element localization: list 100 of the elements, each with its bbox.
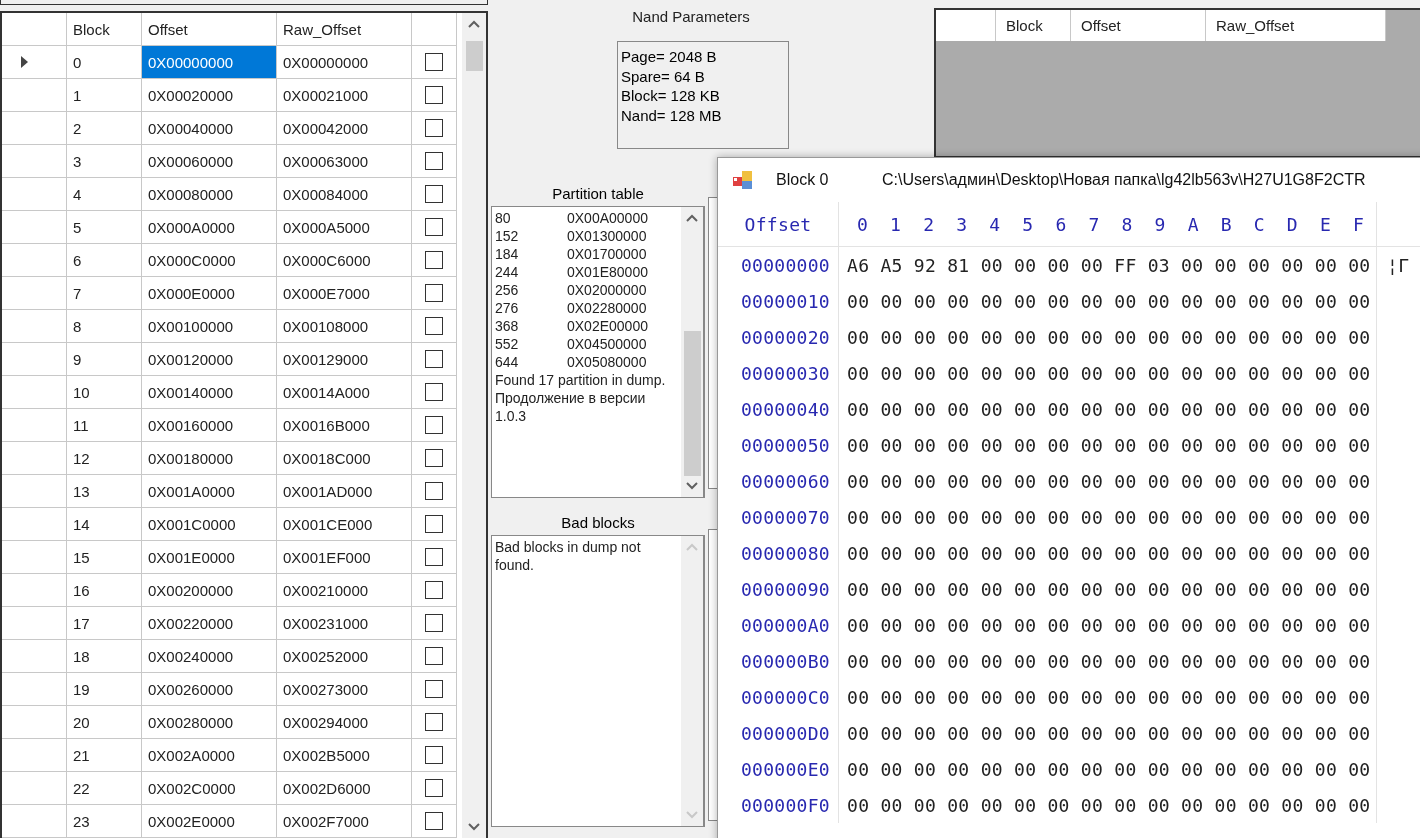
scroll-thumb[interactable] bbox=[465, 41, 483, 71]
table-cell: 0X001EF000 bbox=[277, 541, 412, 574]
table-cell[interactable]: 0X00200000 bbox=[142, 574, 277, 607]
checkbox[interactable] bbox=[425, 119, 443, 137]
checkbox[interactable] bbox=[425, 779, 443, 797]
scroll-thumb[interactable] bbox=[683, 331, 701, 476]
table-cell[interactable]: 0X00260000 bbox=[142, 673, 277, 706]
table-cell: 0X00294000 bbox=[277, 706, 412, 739]
column-header[interactable]: Offset bbox=[1071, 10, 1206, 41]
checkbox[interactable] bbox=[425, 515, 443, 533]
row-offset: 000000D0 bbox=[718, 715, 839, 751]
table-cell[interactable]: 0X00220000 bbox=[142, 607, 277, 640]
table-cell[interactable]: 0X002E0000 bbox=[142, 805, 277, 838]
column-header: 7 bbox=[1087, 213, 1101, 235]
column-header[interactable]: Offset bbox=[142, 13, 277, 46]
row-header[interactable] bbox=[2, 145, 67, 178]
row-header[interactable] bbox=[2, 805, 67, 838]
window-title: Block 0 bbox=[776, 171, 830, 189]
scrollbar[interactable] bbox=[681, 207, 703, 497]
table-cell: 0X00042000 bbox=[277, 112, 412, 145]
checkbox[interactable] bbox=[425, 713, 443, 731]
row-header[interactable] bbox=[2, 541, 67, 574]
table-cell[interactable]: 0X00160000 bbox=[142, 409, 277, 442]
column-header[interactable]: Raw_Offset bbox=[1206, 10, 1386, 41]
checkbox[interactable] bbox=[425, 812, 443, 830]
column-header: E bbox=[1318, 213, 1332, 235]
table-cell: 10 bbox=[67, 376, 142, 409]
column-header[interactable]: Block bbox=[996, 10, 1071, 41]
checkbox[interactable] bbox=[425, 746, 443, 764]
row-header[interactable] bbox=[2, 607, 67, 640]
table-cell[interactable]: 0X001C0000 bbox=[142, 508, 277, 541]
checkbox[interactable] bbox=[425, 416, 443, 434]
checkbox[interactable] bbox=[425, 581, 443, 599]
row-header[interactable] bbox=[2, 574, 67, 607]
row-header[interactable] bbox=[2, 739, 67, 772]
row-offset: 00000050 bbox=[718, 427, 839, 463]
table-cell[interactable]: 0X002A0000 bbox=[142, 739, 277, 772]
table-cell[interactable]: 0X000C0000 bbox=[142, 244, 277, 277]
checkbox[interactable] bbox=[425, 482, 443, 500]
checkbox[interactable] bbox=[425, 284, 443, 302]
checkbox[interactable] bbox=[425, 251, 443, 269]
row-header[interactable] bbox=[2, 772, 67, 805]
checkbox[interactable] bbox=[425, 185, 443, 203]
table-cell[interactable]: 0X00060000 bbox=[142, 145, 277, 178]
row-header[interactable] bbox=[2, 475, 67, 508]
row-header[interactable] bbox=[2, 409, 67, 442]
row-header[interactable] bbox=[2, 706, 67, 739]
column-header[interactable]: Block bbox=[67, 13, 142, 46]
checkbox[interactable] bbox=[425, 449, 443, 467]
row-header[interactable] bbox=[2, 79, 67, 112]
checkbox[interactable] bbox=[425, 647, 443, 665]
table-cell: 18 bbox=[67, 640, 142, 673]
row-header[interactable] bbox=[2, 310, 67, 343]
scrollbar[interactable] bbox=[462, 13, 486, 838]
table-cell[interactable]: 0X001E0000 bbox=[142, 541, 277, 574]
checkbox[interactable] bbox=[425, 614, 443, 632]
table-cell[interactable]: 0X000A0000 bbox=[142, 211, 277, 244]
table-cell[interactable]: 0X000E0000 bbox=[142, 277, 277, 310]
checkbox[interactable] bbox=[425, 152, 443, 170]
column-header: 3 bbox=[955, 213, 969, 235]
table-cell: 0X00273000 bbox=[277, 673, 412, 706]
row-header[interactable] bbox=[2, 112, 67, 145]
checkbox[interactable] bbox=[425, 317, 443, 335]
checkbox[interactable] bbox=[425, 218, 443, 236]
row-header[interactable] bbox=[2, 343, 67, 376]
checkbox[interactable] bbox=[425, 350, 443, 368]
row-header[interactable] bbox=[2, 178, 67, 211]
hex-bytes: A6 A5 92 81 00 00 00 00 FF 03 00 00 00 00 00 00 bbox=[839, 247, 1377, 283]
column-header[interactable]: Raw_Offset bbox=[277, 13, 412, 46]
checkbox[interactable] bbox=[425, 680, 443, 698]
checkbox[interactable] bbox=[425, 548, 443, 566]
table-cell[interactable]: 0X002C0000 bbox=[142, 772, 277, 805]
table-cell[interactable]: 0X00100000 bbox=[142, 310, 277, 343]
table-cell[interactable]: 0X00080000 bbox=[142, 178, 277, 211]
table-cell[interactable]: 0X00000000 bbox=[142, 46, 277, 79]
table-cell[interactable]: 0X00280000 bbox=[142, 706, 277, 739]
checkbox[interactable] bbox=[425, 53, 443, 71]
row-header[interactable] bbox=[2, 442, 67, 475]
table-cell[interactable]: 0X00140000 bbox=[142, 376, 277, 409]
row-header[interactable] bbox=[2, 211, 67, 244]
hex-bytes: 00 00 00 00 00 00 00 00 00 00 00 00 00 00 00 00 bbox=[839, 571, 1377, 607]
row-header[interactable] bbox=[2, 46, 67, 79]
row-header[interactable] bbox=[2, 244, 67, 277]
table-cell[interactable]: 0X00120000 bbox=[142, 343, 277, 376]
table-cell[interactable]: 0X00180000 bbox=[142, 442, 277, 475]
table-cell[interactable]: 0X00020000 bbox=[142, 79, 277, 112]
checkbox[interactable] bbox=[425, 383, 443, 401]
row-header[interactable] bbox=[2, 376, 67, 409]
table-cell[interactable]: 0X001A0000 bbox=[142, 475, 277, 508]
column-header: 0 bbox=[856, 213, 870, 235]
row-header[interactable] bbox=[2, 508, 67, 541]
table-cell: 3 bbox=[67, 145, 142, 178]
checkbox[interactable] bbox=[425, 86, 443, 104]
table-cell: 23 bbox=[67, 805, 142, 838]
table-cell[interactable]: 0X00040000 bbox=[142, 112, 277, 145]
row-offset: 00000090 bbox=[718, 571, 839, 607]
row-header[interactable] bbox=[2, 673, 67, 706]
row-header[interactable] bbox=[2, 640, 67, 673]
row-header[interactable] bbox=[2, 277, 67, 310]
table-cell[interactable]: 0X00240000 bbox=[142, 640, 277, 673]
